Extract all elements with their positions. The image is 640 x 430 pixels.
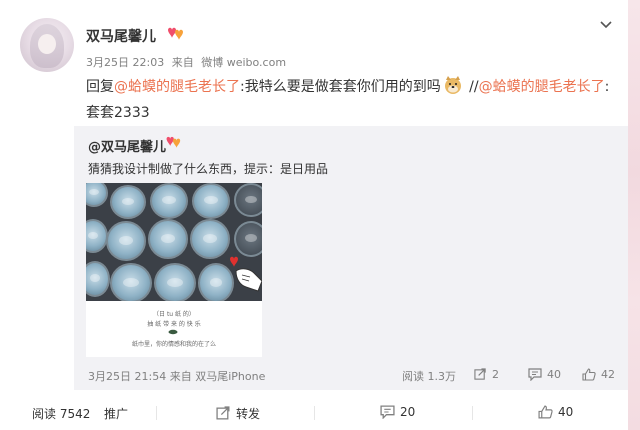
jar: [110, 263, 152, 303]
photo-caption: （日 tu 纸 的） 抽 纸 带 来 的 快 乐 纸巾里，你的情感和我的在了么: [86, 301, 262, 357]
repost-user-name[interactable]: @双马尾馨儿: [88, 136, 166, 155]
comment-count: 20: [400, 405, 416, 419]
divider: [314, 406, 315, 420]
jar: [154, 263, 196, 303]
thumbs-up-icon: [582, 368, 596, 381]
repost-footer: 3月25日 21:54 来自 双马尾iPhone 阅读 1.3万 2 40 42: [88, 368, 620, 386]
reply-body: :我特么要是做套套你们用的到吗: [240, 79, 441, 95]
jar: [234, 221, 262, 257]
repost-source[interactable]: 双马尾iPhone: [195, 370, 265, 383]
repost-text: 猜猜我设计制做了什么东西，提示：是日用品: [88, 162, 329, 176]
repost-meta: 3月25日 21:54 来自 双马尾iPhone: [88, 368, 265, 384]
jar: [106, 221, 146, 261]
post-photo[interactable]: （日 tu 纸 的） 抽 纸 带 来 的 快 乐 纸巾里，你的情感和我的在了么: [86, 183, 262, 357]
photo-caption-line1: （日 tu 纸 的）: [153, 311, 195, 318]
hand-heart-icon: [230, 256, 262, 292]
repost-from-label: 来自: [169, 370, 192, 383]
reply-prefix: 回复: [86, 79, 114, 95]
chevron-down-icon[interactable]: [599, 20, 613, 30]
leaf-icon: [168, 329, 178, 335]
divider: [472, 406, 473, 420]
user-name[interactable]: 双马尾馨儿: [86, 26, 156, 46]
weibo-post-card: 双马尾馨儿 3月25日 22:03 来自 微博 weibo.com 回复@蛤蟆的…: [0, 0, 628, 430]
mention-link[interactable]: @蛤蟆的腿毛老长了: [114, 79, 240, 95]
repost-comment-count: 40: [547, 368, 561, 381]
comment-icon: [380, 405, 395, 419]
action-bar: 阅读 7542 推广 转发 20 40: [0, 398, 628, 430]
avatar-face: [38, 34, 56, 54]
like-count: 40: [558, 405, 574, 419]
vip-heart-badge-icon: [166, 136, 181, 148]
background-strip: [628, 0, 640, 430]
photo-jars: [86, 183, 262, 303]
promote-button[interactable]: 推广: [104, 405, 128, 422]
repost-like-count: 42: [601, 368, 615, 381]
repost-read-count: 阅读 1.3万: [402, 370, 456, 383]
repost-label: 转发: [236, 407, 261, 421]
separator: //: [464, 79, 479, 95]
jar: [148, 219, 188, 259]
post-source[interactable]: 微博 weibo.com: [201, 56, 286, 69]
jar: [234, 183, 262, 217]
avatar[interactable]: [20, 18, 74, 72]
post-from-label: 来自: [171, 56, 194, 69]
vip-heart-badge-icon: [168, 27, 183, 40]
mention-link-2[interactable]: @蛤蟆的腿毛老长了: [479, 79, 605, 95]
jar: [86, 261, 110, 297]
repost-repost-button[interactable]: 2: [474, 368, 499, 381]
jar: [150, 183, 188, 219]
post-text: 回复@蛤蟆的腿毛老长了:我特么要是做套套你们用的到吗 //@蛤蟆的腿毛老长了:套…: [86, 74, 616, 126]
jar: [192, 183, 230, 219]
repost-like-button[interactable]: 42: [582, 368, 615, 381]
comment-icon: [528, 368, 542, 381]
divider: [156, 406, 157, 420]
repost-icon: [474, 368, 486, 380]
repost-comment-button[interactable]: 40: [528, 368, 561, 381]
jar: [86, 183, 108, 207]
thumbs-up-icon: [538, 405, 553, 419]
repost-repost-count: 2: [492, 368, 499, 381]
repost-icon: [216, 406, 230, 420]
doge-emoji-icon: [444, 76, 461, 94]
repost-button[interactable]: 转发: [216, 405, 260, 422]
reposted-post: @双马尾馨儿 猜猜我设计制做了什么东西，提示：是日用品 （日 tu 纸 的） 抽…: [74, 126, 628, 390]
post-meta: 3月25日 22:03 来自 微博 weibo.com: [86, 54, 290, 70]
jar: [110, 185, 146, 219]
comment-button[interactable]: 20: [380, 405, 415, 419]
photo-caption-line2: 抽 纸 带 来 的 快 乐: [147, 321, 201, 328]
repost-time[interactable]: 3月25日 21:54: [88, 370, 166, 383]
read-count: 阅读 7542: [32, 407, 91, 421]
photo-caption-line3: 纸巾里，你的情感和我的在了么: [131, 341, 216, 348]
jar: [86, 219, 108, 253]
post-time[interactable]: 3月25日 22:03: [86, 56, 164, 69]
like-button[interactable]: 40: [538, 405, 573, 419]
